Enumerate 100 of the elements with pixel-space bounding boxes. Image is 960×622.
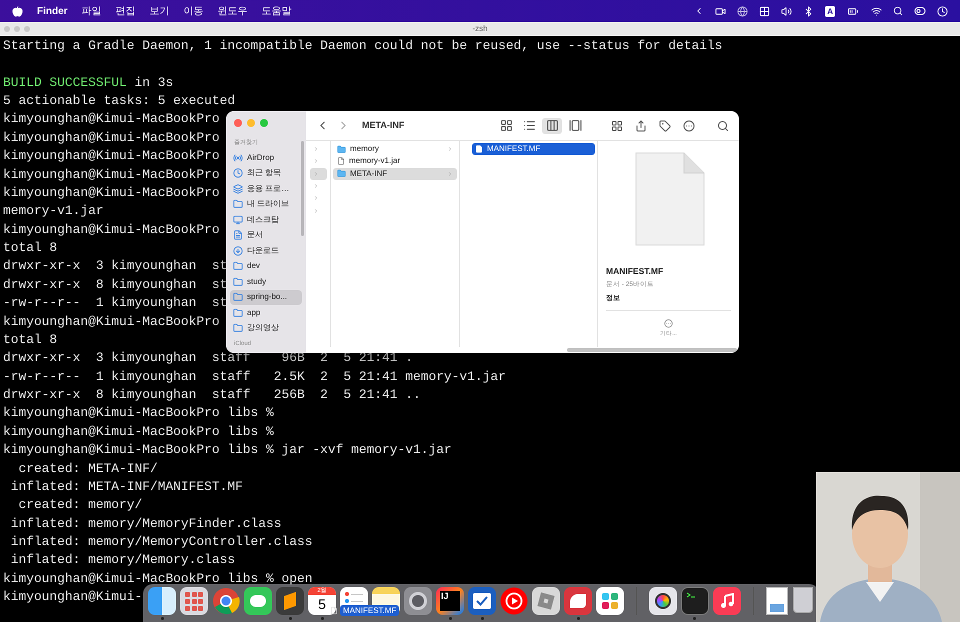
sublime-icon[interactable] — [276, 587, 304, 615]
tag-icon[interactable] — [659, 120, 671, 132]
folder-icon — [233, 261, 243, 272]
terminal-line: kimyounghan@Kimui-MacBookPro — [3, 147, 220, 166]
download-icon — [233, 246, 243, 256]
menu-item[interactable]: 윈도우 — [218, 4, 248, 18]
terminal-line: drwxr-xr-x 8 kimyounghan staff 256B 2 5 21:41 .. — [3, 386, 421, 404]
apple-logo-icon[interactable] — [12, 6, 23, 16]
share-icon[interactable] — [635, 120, 647, 132]
search-icon[interactable] — [893, 6, 903, 16]
scrollbar[interactable] — [567, 348, 737, 352]
wifi-icon[interactable] — [871, 6, 882, 16]
chevron-icon — [447, 146, 453, 152]
apps-icon — [233, 184, 243, 194]
folder-icon — [233, 323, 243, 334]
file-icon — [330, 606, 338, 615]
file-icon — [337, 157, 345, 166]
trash-icon[interactable] — [792, 587, 813, 613]
terminal-line: inflated: memory/MemoryController.class — [10, 533, 312, 552]
intellij-icon[interactable]: IJ — [436, 587, 464, 615]
terminal-line: kimyounghan@Kimui-MacBookPro libs % — [3, 422, 274, 441]
sidebar-item[interactable]: spring-bo... — [230, 290, 302, 305]
file-row[interactable]: MANIFEST.MF — [472, 143, 595, 156]
sidebar-item[interactable]: 최근 항목 — [230, 166, 302, 181]
file-row[interactable]: META-INF — [333, 168, 457, 180]
app-menu[interactable]: Finder — [37, 4, 68, 18]
clock-icon[interactable] — [937, 6, 948, 16]
list-view-icon[interactable] — [522, 119, 536, 132]
slack-icon[interactable] — [596, 587, 624, 615]
camera-icon[interactable] — [715, 6, 726, 16]
terminal-line: drwxr-xr-x 8 kimyounghan st — [3, 276, 228, 294]
settings-icon[interactable] — [404, 587, 432, 615]
checklist-icon[interactable] — [468, 587, 496, 615]
menu-item[interactable]: 보기 — [150, 4, 170, 18]
terminal-line: Starting a Gradle Daemon, 1 incompatible Daemon could not be reused, use --status for details — [3, 37, 722, 55]
menu-item[interactable]: 파일 — [82, 4, 102, 18]
bear-icon[interactable] — [564, 587, 592, 615]
file-icon — [475, 145, 483, 154]
gallery-view-icon[interactable] — [568, 119, 582, 132]
terminal-icon[interactable] — [680, 587, 709, 615]
file-row[interactable]: memory-v1.jar — [333, 155, 457, 168]
bluetooth-icon[interactable] — [803, 6, 814, 16]
sidebar-item[interactable]: AirDrop — [230, 150, 302, 166]
terminal-line: memory-v1.jar — [3, 202, 104, 220]
folder-icon — [233, 292, 243, 302]
terminal-line: -rw-r--r-- 1 kimyounghan staff 2.5K 2 5 21:41 memory-v1.jar — [3, 368, 506, 386]
sidebar-item[interactable]: 다운로드 — [230, 243, 302, 258]
terminal-line: kimyounghan@Kimui-MacBookPro — [3, 312, 220, 331]
terminal-line: inflated: memory/MemoryFinder.class — [10, 514, 282, 533]
menu-item[interactable]: 편집 — [116, 4, 136, 18]
finder-icon[interactable] — [148, 587, 176, 615]
launchpad-icon[interactable] — [180, 587, 208, 615]
volume-icon[interactable] — [781, 6, 792, 16]
sidebar-item[interactable]: 내 드라이브 — [230, 196, 302, 212]
file-row[interactable]: memory — [333, 143, 457, 156]
sidebar-item[interactable]: 응용 프로… — [230, 181, 302, 196]
terminal-line: BUILD SUCCESSFUL in 3s — [3, 74, 174, 92]
control-center-icon[interactable] — [914, 5, 926, 17]
roblox-icon[interactable] — [532, 587, 560, 615]
terminal-line: kimyounghan@Kimui-MacBookPro — [3, 166, 220, 184]
more-icon[interactable] — [664, 319, 673, 328]
photo-app-icon[interactable] — [648, 587, 677, 615]
terminal-line: kimyounghan@Kimui-MacBookPro — [3, 110, 220, 128]
terminal-line: kimyounghan@Kimui-MacBookPro — [3, 184, 220, 202]
battery-icon[interactable] — [846, 6, 860, 16]
menu-item[interactable]: 도움말 — [262, 4, 292, 18]
terminal-line: kimyounghan@Kimui- — [3, 588, 142, 606]
play-icon[interactable] — [500, 587, 528, 615]
input-source[interactable]: A — [825, 6, 835, 16]
search-icon[interactable] — [717, 120, 729, 132]
sidebar-item[interactable]: app — [230, 305, 302, 320]
column-view-icon[interactable] — [546, 119, 558, 132]
grid-view-icon[interactable] — [500, 119, 512, 132]
music-icon[interactable] — [712, 587, 741, 615]
globe-icon[interactable] — [737, 6, 748, 16]
folder-icon — [233, 199, 243, 210]
more-icon[interactable] — [683, 120, 695, 132]
terminal-line: created: META-INF/ — [17, 460, 158, 478]
terminal-line: kimyounghan@Kimui-MacBookPro libs % open — [3, 570, 312, 588]
group-icon[interactable] — [611, 120, 623, 132]
clock-icon — [233, 168, 243, 178]
chrome-icon[interactable] — [212, 587, 240, 615]
document-icon — [233, 230, 243, 240]
sidebar-item[interactable]: 강의영상 — [230, 320, 302, 336]
monitor-icon — [233, 214, 243, 225]
menu-item[interactable]: 이동 — [184, 4, 204, 18]
sidebar-item[interactable]: 데스크탑 — [230, 212, 302, 228]
window-title: -zsh — [472, 23, 488, 35]
terminal-line: total 8 — [3, 330, 58, 349]
chevron-icon — [447, 170, 453, 177]
messages-icon[interactable] — [244, 587, 272, 615]
sidebar-item[interactable]: 문서 — [230, 228, 302, 243]
folder-icon — [233, 308, 243, 318]
view-mode-button[interactable] — [542, 118, 562, 134]
terminal-line: total 8 — [3, 239, 58, 258]
sidebar-item[interactable]: study — [230, 274, 302, 290]
folder-icon — [233, 276, 243, 287]
grid-icon[interactable] — [759, 6, 770, 16]
sidebar-item[interactable]: dev — [230, 258, 302, 274]
image-file-icon[interactable] — [766, 587, 788, 615]
